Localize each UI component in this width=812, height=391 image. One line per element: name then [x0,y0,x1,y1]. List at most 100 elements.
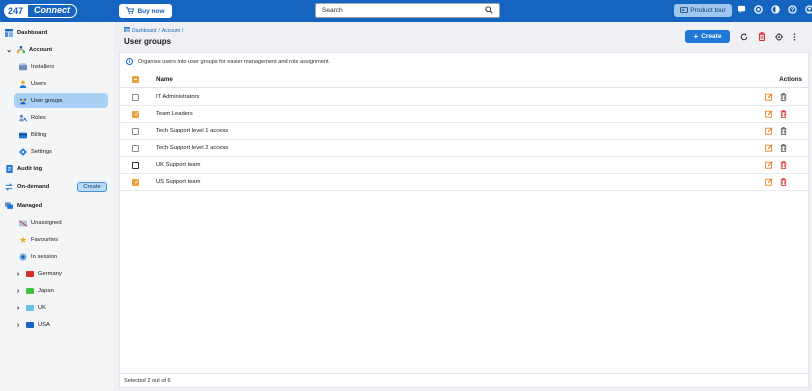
sidebar-item-installers[interactable]: Installers [19,61,54,73]
table-row[interactable]: ✓ US Support team [120,174,808,191]
page-title: User groups [124,37,172,46]
sidebar-item-unassigned[interactable]: Unassigned [19,217,62,229]
row-checkbox[interactable] [132,94,139,101]
sidebar-item-settings[interactable]: Settings [19,146,52,158]
search-placeholder: Search [322,7,343,14]
trash-icon[interactable] [780,144,788,152]
account-icon[interactable] [804,4,812,14]
sidebar-label: Dashboard [17,30,48,36]
settings-gear-icon[interactable] [774,32,783,41]
sidebar-item-user-groups[interactable]: User groups [14,93,108,108]
user-group-icon [19,97,27,105]
search-icon[interactable] [485,5,493,16]
column-header-name[interactable]: Name [156,76,173,83]
sidebar-item-favourites[interactable]: ★ Favourites [19,234,58,246]
folder-item[interactable]: › Germany [14,268,62,280]
sidebar-item-on-demand[interactable]: On-demand [5,181,49,193]
table-row[interactable]: IT Administrators [120,89,808,106]
row-checkbox[interactable]: ✓ [132,179,140,186]
folder-icon [26,305,34,311]
table-row[interactable]: Tech Support level 2 access [120,140,808,157]
sidebar-item-audit-log[interactable]: Audit log [5,163,42,175]
group-name: UK Support team [156,162,201,168]
sidebar-item-dashboard[interactable]: Dashboard [5,27,47,39]
selection-footer: Selected 2 out of 6 [120,373,808,388]
user-groups-panel: i Organise users into user groups for ea… [119,52,809,388]
logo-text-247: 247 [4,4,28,18]
chevron-down-icon: ⌄ [6,47,12,54]
trash-icon[interactable] [780,110,788,118]
more-menu-icon[interactable] [790,32,799,41]
sidebar-label: Unassigned [31,220,62,226]
breadcrumb-account-link[interactable]: Account [162,28,180,34]
on-demand-create-button[interactable]: Create [77,182,107,192]
sidebar-item-managed[interactable]: Managed [5,200,42,212]
breadcrumb-separator: / [181,27,184,34]
table-row[interactable]: UK Support team [120,157,808,174]
row-checkbox[interactable] [132,145,139,152]
chevron-right-icon[interactable]: › [14,270,22,278]
sidebar-label: User groups [31,97,63,104]
sidebar-label: In session [31,254,58,260]
edit-icon[interactable] [765,127,773,135]
search-input[interactable]: Search [315,3,500,18]
row-checkbox[interactable] [132,162,139,169]
sync-icon[interactable] [753,4,763,14]
sidebar-label: Settings [31,149,52,155]
product-tour-button[interactable]: Product tour [674,4,732,17]
sidebar-item-roles[interactable]: Roles [19,112,46,124]
theme-icon[interactable] [770,4,780,14]
chat-icon[interactable] [736,4,746,14]
sidebar-label: Audit log [17,166,43,172]
chevron-right-icon[interactable]: › [14,287,22,295]
unassigned-icon [19,219,27,227]
table-header: Name Actions [120,71,808,88]
sidebar-item-users[interactable]: Users [19,78,46,90]
logo[interactable]: 247 Connect [0,0,110,22]
folder-item[interactable]: › USA [14,319,50,331]
help-icon[interactable]: ? [787,4,797,14]
breadcrumb-dashboard-link[interactable]: Dashboard [132,28,156,34]
on-demand-icon [5,183,13,191]
gear-icon [19,148,27,156]
sidebar-item-account[interactable]: ⌄ Account [5,44,52,56]
folder-item[interactable]: › Japan [14,285,54,297]
sidebar-item-billing[interactable]: Billing [19,129,46,141]
sidebar-item-in-session[interactable]: In session [19,251,57,263]
buy-now-label: Buy now [137,7,165,15]
select-all-checkbox[interactable] [132,76,139,83]
trash-icon[interactable] [780,161,788,169]
svg-text:?: ? [790,7,793,13]
sidebar-label: Installers [31,64,55,70]
group-name: US Support team [156,179,201,185]
edit-icon[interactable] [765,178,773,186]
roles-icon [19,114,27,122]
plus-icon: + [693,32,699,41]
sidebar-label: Users [31,81,47,87]
product-tour-label: Product tour [690,7,726,14]
buy-now-button[interactable]: Buy now [119,4,172,18]
delete-selected-icon[interactable] [757,32,766,41]
credit-card-icon [19,131,27,139]
cart-icon [126,6,135,16]
edit-icon[interactable] [765,93,773,101]
edit-icon[interactable] [765,161,773,169]
trash-icon[interactable] [780,178,788,186]
user-icon [19,80,27,88]
table-row[interactable]: ✓ Team Leaders [120,106,808,123]
trash-icon[interactable] [780,127,788,135]
chevron-right-icon[interactable]: › [14,321,22,329]
folder-label: UK [38,305,47,311]
installers-icon [19,63,27,71]
row-checkbox[interactable] [132,128,139,135]
chevron-right-icon[interactable]: › [14,304,22,312]
edit-icon[interactable] [765,144,773,152]
create-button[interactable]: + Create [685,30,730,43]
row-checkbox[interactable]: ✓ [132,111,140,118]
trash-icon[interactable] [780,93,788,101]
edit-icon[interactable] [765,110,773,118]
folder-item[interactable]: › UK [14,302,46,314]
in-session-icon [19,253,27,261]
table-row[interactable]: Tech Support level 1 access [120,123,808,140]
refresh-icon[interactable] [739,32,748,41]
